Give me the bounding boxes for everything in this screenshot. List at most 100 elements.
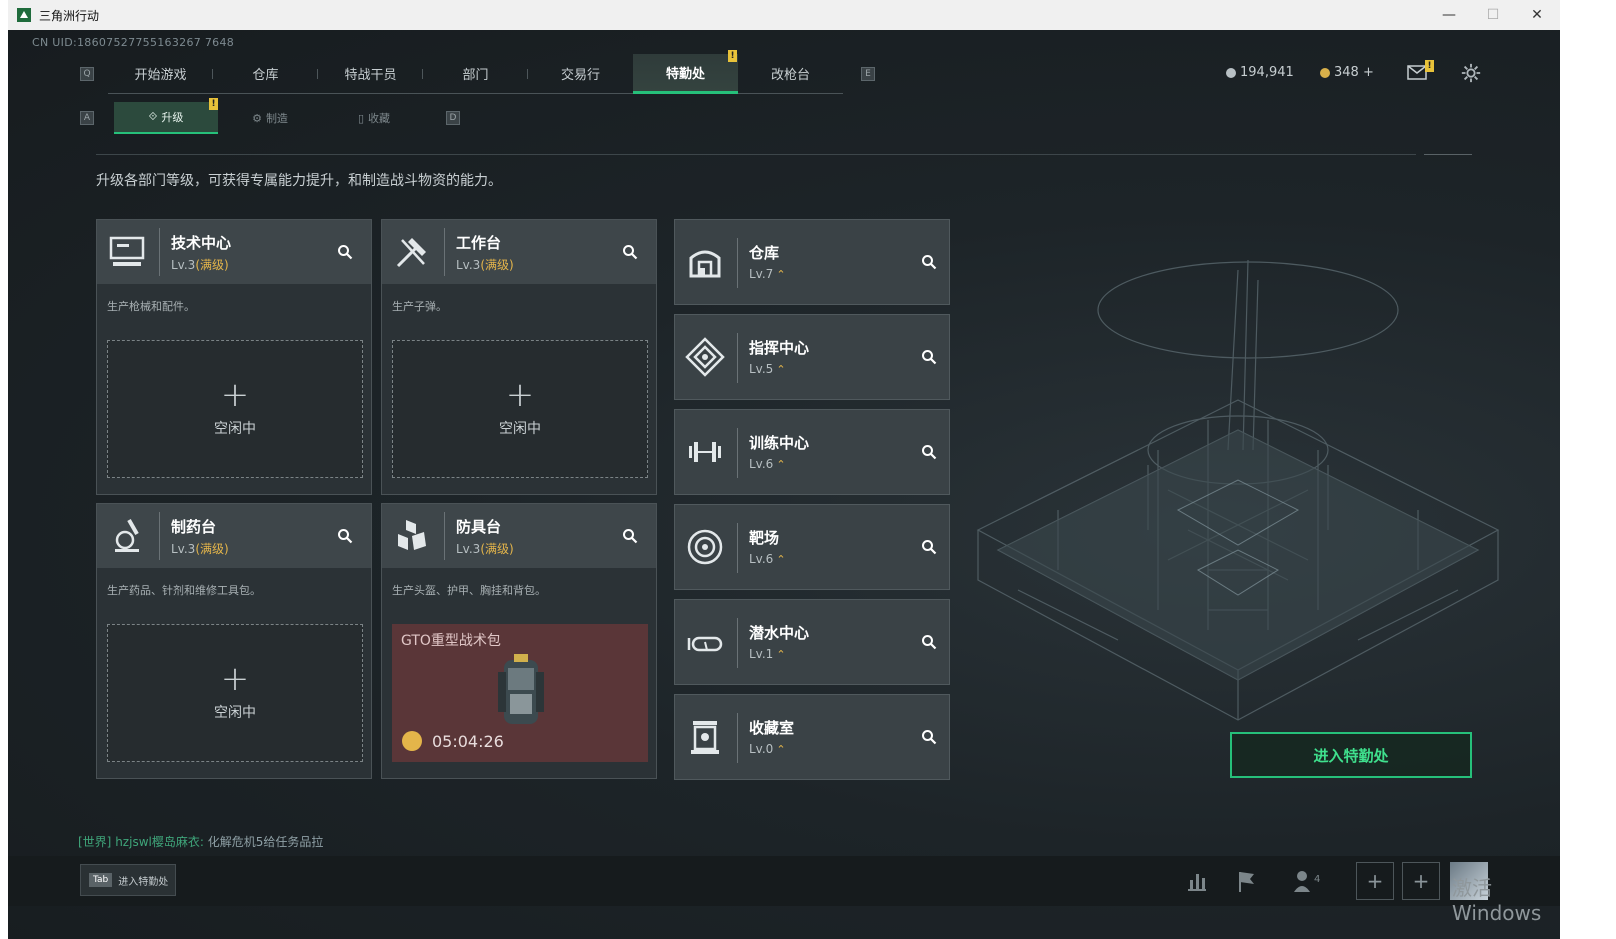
chat-line[interactable]: [世界] hzjswl樱岛麻衣: 化解危机5给任务品拉 — [78, 833, 323, 850]
search-icon[interactable] — [921, 539, 937, 555]
gold-currency[interactable]: 348 + — [1320, 65, 1374, 80]
department-level: Lv.7 ⌃ — [749, 267, 786, 281]
tab-gunsmith[interactable]: 改枪台 — [738, 54, 843, 94]
add-icon: + — [220, 375, 250, 415]
subtab-collection[interactable]: ▯ 收藏 — [322, 102, 426, 134]
computer-icon — [109, 236, 145, 266]
card-header: 技术中心 Lv.3(满级) — [97, 220, 371, 284]
department-row-shooting-range[interactable]: 靶场 Lv.6 ⌃ — [674, 504, 950, 590]
minimize-button[interactable]: — — [1426, 0, 1472, 30]
station-level: Lv.3(满级) — [171, 540, 229, 557]
tab-department[interactable]: 部门 — [423, 54, 528, 94]
level-value: Lv.3 — [171, 258, 196, 272]
slot-status: 空闲中 — [214, 705, 256, 721]
upgrade-arrow-icon: ⌃ — [776, 743, 786, 756]
max-level-tag: (满级) — [195, 542, 229, 556]
department-row-diving-center[interactable]: 潜水中心 Lv.1 ⌃ — [674, 599, 950, 685]
row-separator — [737, 713, 738, 763]
department-level: Lv.6 ⌃ — [749, 457, 786, 471]
search-icon[interactable] — [921, 444, 937, 460]
app-logo-icon — [17, 8, 31, 22]
level-value: Lv.5 — [749, 362, 774, 376]
department-name: 潜水中心 — [749, 624, 810, 642]
chat-channel: [世界] — [78, 835, 112, 849]
production-slot[interactable]: + 空闲中 — [107, 340, 363, 478]
tab-warehouse[interactable]: 仓库 — [213, 54, 318, 94]
base-3d-scene — [976, 259, 1500, 721]
subtab-upgrade[interactable]: ⟐ 升级 ! — [114, 98, 218, 134]
slot-status: 空闲中 — [214, 421, 256, 437]
upgrade-arrow-icon: ⌃ — [776, 648, 786, 661]
department-name: 仓库 — [749, 244, 780, 262]
search-icon[interactable] — [337, 244, 353, 260]
subtab-craft[interactable]: ⚙ 制造 — [218, 102, 322, 134]
department-row-warehouse[interactable]: 仓库 Lv.7 ⌃ — [674, 219, 950, 305]
department-row-training-center[interactable]: 训练中心 Lv.6 ⌃ — [674, 409, 950, 495]
subnav-next-key[interactable]: D — [446, 111, 460, 125]
upgrade-arrow-icon: ⌃ — [776, 553, 786, 566]
level-value: Lv.3 — [171, 542, 196, 556]
search-icon[interactable] — [622, 528, 638, 544]
tab-special-ops-label: 特勤处 — [665, 67, 705, 82]
title-bar: 三角洲行动 — ☐ ✕ — [8, 0, 1560, 30]
subnav-prev-key[interactable]: A — [80, 111, 94, 125]
search-icon[interactable] — [921, 349, 937, 365]
game-viewport: CN UID:18607527755163267 7648 Q 开始游戏 仓库 … — [8, 30, 1560, 939]
search-icon[interactable] — [622, 244, 638, 260]
tab-operators[interactable]: 特战干员 — [318, 54, 423, 94]
tab-start-game[interactable]: 开始游戏 — [108, 54, 213, 94]
department-row-collection-room[interactable]: 收藏室 Lv.0 ⌃ — [674, 694, 950, 780]
nav-prev-key[interactable]: Q — [80, 67, 94, 81]
nav-next-key[interactable]: E — [861, 67, 875, 81]
tab-hint-label: 进入特勤处 — [118, 876, 169, 888]
production-slot[interactable]: + 空闲中 — [392, 340, 648, 478]
production-slot[interactable]: + 空闲中 — [107, 624, 363, 762]
upgrade-arrow-icon: ⌃ — [776, 363, 786, 376]
silver-amount: 194,941 — [1240, 65, 1294, 80]
tab-hint-button[interactable]: Tab 进入特勤处 — [80, 864, 176, 896]
close-button[interactable]: ✕ — [1514, 0, 1560, 30]
maximize-button[interactable]: ☐ — [1470, 0, 1516, 30]
station-description: 生产枪械和配件。 — [107, 300, 195, 313]
activate-windows-watermark: 激活 Windows — [1452, 876, 1542, 925]
crafting-item-name: GTO重型战术包 — [401, 633, 501, 649]
station-card-tech-center: 技术中心 Lv.3(满级) 生产枪械和配件。 + 空闲中 — [96, 219, 372, 495]
station-name: 工作台 — [456, 234, 502, 252]
level-value: Lv.6 — [749, 457, 774, 471]
notification-badge: ! — [728, 50, 737, 62]
department-row-command-center[interactable]: 指挥中心 Lv.5 ⌃ — [674, 314, 950, 400]
tab-market[interactable]: 交易行 — [528, 54, 633, 94]
invite-slot-button[interactable]: + — [1356, 862, 1394, 900]
search-icon[interactable] — [921, 634, 937, 650]
timer-icon — [402, 731, 422, 751]
player-uid: CN UID:18607527755163267 7648 — [32, 36, 235, 49]
department-name: 收藏室 — [749, 719, 795, 737]
station-card-armor-bench: 防具台 Lv.3(满级) 生产头盔、护甲、胸挂和背包。 GTO重型战术包 05:… — [381, 503, 657, 779]
stats-icon[interactable] — [1184, 868, 1210, 894]
level-value: Lv.0 — [749, 742, 774, 756]
warehouse-icon — [689, 250, 721, 278]
search-icon[interactable] — [921, 254, 937, 270]
search-icon[interactable] — [921, 729, 937, 745]
max-level-tag: (满级) — [480, 258, 514, 272]
slot-status: 空闲中 — [499, 421, 541, 437]
chat-user: hzjswl樱岛麻衣: — [115, 835, 204, 849]
silver-currency: 194,941 — [1226, 65, 1294, 80]
card-header: 工作台 Lv.3(满级) — [382, 220, 656, 284]
sub-nav: A ⟐ 升级 ! ⚙ 制造 ▯ 收藏 D — [80, 98, 460, 134]
flag-icon[interactable] — [1234, 868, 1260, 894]
crafting-slot[interactable]: GTO重型战术包 05:04:26 — [392, 624, 648, 762]
gold-amount: 348 + — [1334, 65, 1374, 80]
department-level: Lv.6 ⌃ — [749, 552, 786, 566]
header-separator — [159, 512, 160, 560]
invite-slot-button[interactable]: + — [1402, 862, 1440, 900]
tab-special-ops[interactable]: 特勤处 ! — [633, 50, 738, 94]
enter-special-ops-button[interactable]: 进入特勤处 — [1230, 732, 1472, 778]
upgrade-badge: ! — [209, 98, 218, 110]
add-icon: + — [505, 375, 535, 415]
level-value: Lv.3 — [456, 542, 481, 556]
gear-icon[interactable] — [1460, 62, 1482, 84]
station-name: 制药台 — [171, 518, 217, 536]
search-icon[interactable] — [337, 528, 353, 544]
gold-coin-icon — [1320, 67, 1330, 78]
